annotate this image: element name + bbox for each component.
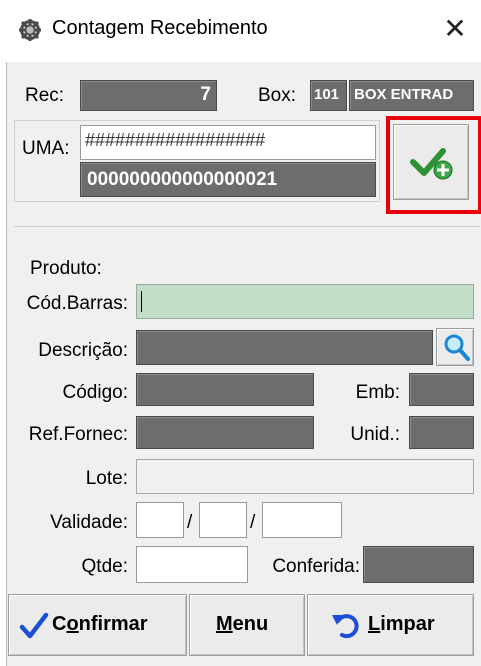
confirm-uma-button[interactable] (393, 124, 469, 200)
conferida-field (363, 546, 474, 583)
menu-label: Menu (216, 613, 269, 635)
gear-icon (18, 18, 42, 42)
codigo-label: Código: (62, 382, 129, 403)
produto-group-label: Produto: (28, 258, 104, 280)
box-code: 101 (314, 86, 340, 103)
validade-label: Validade: (50, 512, 128, 533)
validade-month-input[interactable] (199, 502, 247, 538)
qtde-label: Qtde: (81, 556, 128, 577)
cod-barras-input[interactable] (136, 284, 474, 319)
box-name-field: BOX ENTRAD (349, 80, 474, 111)
date-separator: / (250, 512, 256, 533)
qtde-input[interactable] (136, 546, 248, 583)
rec-field: 7 (80, 80, 217, 111)
emb-field (409, 373, 474, 406)
descricao-label: Descrição: (38, 340, 128, 361)
box-name: BOX ENTRAD (354, 86, 454, 103)
confirmar-button[interactable]: Confirmar (8, 594, 187, 656)
produto-group-line (14, 226, 480, 228)
uma-value-field: 000000000000000021 (80, 162, 376, 197)
limpar-button[interactable]: Limpar (307, 594, 474, 656)
search-button[interactable] (436, 328, 474, 366)
descricao-field (136, 330, 433, 365)
unid-field (409, 416, 474, 449)
box-label: Box: (258, 85, 297, 106)
lote-label: Lote: (85, 468, 128, 489)
text-cursor (141, 291, 142, 312)
conferida-label: Conferida: (272, 556, 360, 577)
ref-fornec-field (136, 416, 314, 449)
checkmark-icon (19, 612, 49, 640)
limpar-label: Limpar (368, 613, 435, 635)
ref-fornec-label: Ref.Fornec: (28, 424, 128, 445)
lote-field (136, 459, 474, 494)
cod-barras-label: Cód.Barras: (26, 293, 128, 314)
undo-icon (330, 609, 362, 641)
rec-label: Rec: (25, 85, 65, 106)
magnifier-icon (441, 332, 471, 362)
close-icon[interactable]: ✕ (441, 14, 469, 44)
box-code-field: 101 (310, 80, 347, 111)
check-plus-icon (410, 145, 454, 181)
validade-day-input[interactable] (136, 502, 184, 538)
rec-value: 7 (200, 84, 211, 105)
uma-label: UMA: (22, 138, 70, 159)
emb-label: Emb: (355, 382, 400, 403)
confirmar-label: Confirmar (52, 613, 148, 635)
uma-value: 000000000000000021 (87, 169, 278, 190)
uma-mask: ################## (85, 130, 266, 150)
unid-label: Unid.: (350, 424, 400, 445)
codigo-field (136, 373, 314, 406)
uma-mask-input[interactable]: ################## (80, 125, 376, 160)
title-bar: Contagem Recebimento ✕ (0, 0, 481, 62)
date-separator: / (187, 512, 193, 533)
window-title: Contagem Recebimento (52, 17, 268, 39)
menu-button[interactable]: Menu (189, 594, 305, 656)
validade-year-input[interactable] (262, 502, 342, 538)
